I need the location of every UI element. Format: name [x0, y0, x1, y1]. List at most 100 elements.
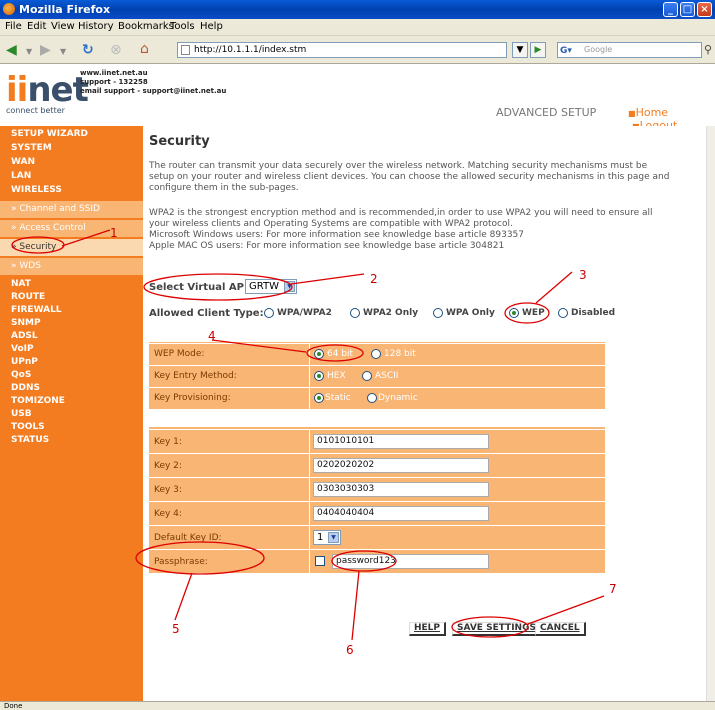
- save-settings-button[interactable]: SAVE SETTINGS: [452, 622, 542, 636]
- sidebar-item-tomizone[interactable]: TOMIZONE: [0, 395, 143, 407]
- iinet-logo[interactable]: iinet connect better: [6, 72, 89, 115]
- radio-ascii[interactable]: [362, 371, 372, 381]
- cancel-button[interactable]: CANCEL: [535, 622, 586, 636]
- forward-dropdown-icon[interactable]: ▼: [60, 45, 66, 59]
- sidebar-subitem-access-control[interactable]: » Access Control: [0, 220, 143, 237]
- firefox-icon: [3, 3, 15, 15]
- sidebar-item-wan[interactable]: WAN: [0, 156, 143, 168]
- radio-wpa-only[interactable]: [433, 308, 443, 318]
- annotation-label-2: 2: [370, 272, 378, 286]
- sidebar-item-system[interactable]: SYSTEM: [0, 142, 143, 154]
- radio-wep[interactable]: [509, 308, 519, 318]
- key-entry-label: Key Entry Method:: [154, 371, 237, 381]
- passphrase-checkbox[interactable]: [315, 556, 325, 566]
- key1-input[interactable]: 0101010101: [313, 434, 489, 449]
- url-bar[interactable]: http://10.1.1.1/index.stm: [177, 42, 507, 58]
- radio-wpa-wpa2[interactable]: [264, 308, 274, 318]
- contact-email: email support - support@iinet.net.au: [80, 87, 227, 95]
- intro-line: The router can transmit your data secure…: [149, 161, 648, 171]
- home-link[interactable]: Home: [636, 106, 668, 119]
- sidebar-item-ddns[interactable]: DDNS: [0, 382, 143, 394]
- close-button[interactable]: ×: [697, 2, 712, 17]
- back-icon[interactable]: ◀: [6, 43, 17, 57]
- virtual-ap-select[interactable]: GRTW ▼: [245, 279, 297, 294]
- url-text: http://10.1.1.1/index.stm: [194, 45, 307, 55]
- sidebar-subitem-security[interactable]: » Security: [0, 239, 143, 256]
- radio-hex[interactable]: [314, 371, 324, 381]
- back-dropdown-icon[interactable]: ▼: [26, 45, 32, 59]
- maximize-button[interactable]: □: [680, 2, 695, 17]
- search-input[interactable]: G▾ Google: [557, 42, 702, 58]
- passphrase-input[interactable]: password123: [332, 554, 489, 569]
- key2-label: Key 2:: [154, 461, 182, 471]
- client-type-label: Allowed Client Type:: [149, 308, 264, 319]
- sidebar-item-voip[interactable]: VoIP: [0, 343, 143, 355]
- sidebar-item-setup-wizard[interactable]: SETUP WIZARD: [0, 128, 143, 140]
- sidebar-item-adsl[interactable]: ADSL: [0, 330, 143, 342]
- sidebar-item-wireless[interactable]: WIRELESS: [0, 184, 143, 196]
- sidebar-subitem-channel[interactable]: » Channel and SSID: [0, 201, 143, 218]
- help-button[interactable]: HELP: [409, 622, 447, 636]
- key-provisioning-row: Key Provisioning: Static Dynamic: [149, 387, 605, 409]
- vertical-scrollbar[interactable]: [706, 126, 715, 701]
- key-entry-row: Key Entry Method: HEX ASCII: [149, 365, 605, 387]
- sidebar-item-snmp[interactable]: SNMP: [0, 317, 143, 329]
- key1-label: Key 1:: [154, 437, 182, 447]
- search-placeholder: Google: [584, 45, 613, 54]
- passphrase-label: Passphrase:: [154, 557, 208, 567]
- menu-bar: File Edit View History Bookmarks Tools H…: [0, 19, 715, 36]
- sidebar-item-tools[interactable]: TOOLS: [0, 421, 143, 433]
- stop-icon[interactable]: ⊗: [110, 43, 122, 57]
- radio-128bit[interactable]: [371, 349, 381, 359]
- home-icon[interactable]: ⌂: [140, 42, 149, 56]
- sidebar-item-route[interactable]: ROUTE: [0, 291, 143, 303]
- wep-mode-label: WEP Mode:: [154, 349, 205, 359]
- menu-bookmarks[interactable]: Bookmarks: [118, 21, 174, 32]
- sidebar-item-qos[interactable]: QoS: [0, 369, 143, 381]
- window-titlebar: Mozilla Firefox _ □ ×: [0, 0, 715, 19]
- radio-static[interactable]: [314, 393, 324, 403]
- virtual-ap-label: Select Virtual AP:: [149, 282, 248, 293]
- menu-history[interactable]: History: [78, 21, 114, 32]
- url-dropdown-icon[interactable]: ▼: [512, 42, 528, 58]
- advanced-setup-label: ADVANCED SETUP: [496, 106, 597, 119]
- go-icon[interactable]: ▶: [530, 42, 546, 58]
- status-bar: Done: [0, 701, 715, 710]
- default-key-label: Default Key ID:: [154, 533, 222, 543]
- key2-input[interactable]: 0202020202: [313, 458, 489, 473]
- menu-view[interactable]: View: [51, 21, 75, 32]
- default-key-select[interactable]: 1 ▼: [313, 530, 341, 545]
- key3-input[interactable]: 0303030303: [313, 482, 489, 497]
- radio-64bit[interactable]: [314, 349, 324, 359]
- key4-input[interactable]: 0404040404: [313, 506, 489, 521]
- minimize-button[interactable]: _: [663, 2, 678, 17]
- wpa2-line: your wireless clients and Operating Syst…: [149, 219, 513, 229]
- sidebar-item-nat[interactable]: NAT: [0, 278, 143, 290]
- sidebar-item-usb[interactable]: USB: [0, 408, 143, 420]
- annotation-label-1: 1: [110, 226, 118, 240]
- radio-wpa2-only[interactable]: [350, 308, 360, 318]
- menu-help[interactable]: Help: [200, 21, 223, 32]
- sidebar-item-upnp[interactable]: UPnP: [0, 356, 143, 368]
- sidebar-item-firewall[interactable]: FIREWALL: [0, 304, 143, 316]
- radio-ascii-label: ASCII: [375, 371, 399, 381]
- search-go-icon[interactable]: ⚲: [704, 43, 712, 57]
- passphrase-row: Passphrase: password123: [149, 549, 605, 574]
- contact-web: www.iinet.net.au: [80, 69, 148, 77]
- key2-row: Key 2: 0202020202: [149, 453, 605, 478]
- radio-dynamic[interactable]: [367, 393, 377, 403]
- wep-keys-table: Key 1: 0101010101 Key 2: 0202020202 Key …: [149, 427, 605, 574]
- key1-row: Key 1: 0101010101: [149, 429, 605, 454]
- menu-file[interactable]: File: [5, 21, 22, 32]
- forward-icon[interactable]: ▶: [40, 43, 51, 57]
- sidebar-subitem-wds[interactable]: » WDS: [0, 258, 143, 275]
- wpa2-line: Microsoft Windows users: For more inform…: [149, 230, 524, 240]
- reload-icon[interactable]: ↻: [82, 43, 94, 57]
- menu-edit[interactable]: Edit: [27, 21, 46, 32]
- radio-disabled[interactable]: [558, 308, 568, 318]
- sidebar-item-lan[interactable]: LAN: [0, 170, 143, 182]
- menu-tools[interactable]: Tools: [170, 21, 195, 32]
- key4-label: Key 4:: [154, 509, 182, 519]
- intro-line: setup on your router and wireless client…: [149, 172, 670, 182]
- sidebar-item-status[interactable]: STATUS: [0, 434, 143, 446]
